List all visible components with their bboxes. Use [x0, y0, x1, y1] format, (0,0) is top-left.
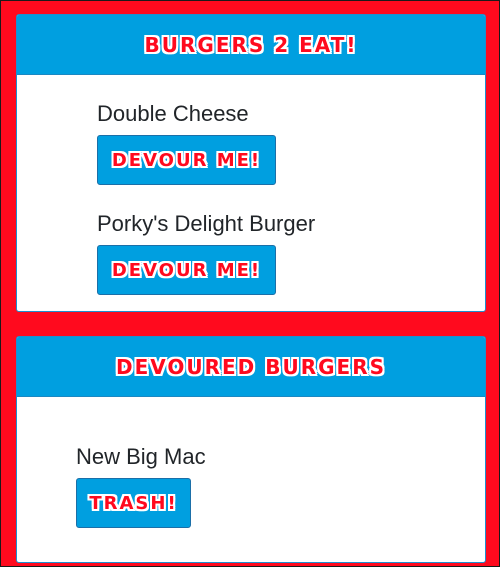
devoured-burgers-panel: DEVOURED BURGERS New Big Mac TRASH! — [16, 336, 486, 563]
burger-name: Porky's Delight Burger — [97, 211, 316, 236]
burgers-to-eat-header: BURGERS 2 EAT! — [17, 15, 485, 75]
list-item: Double Cheese — [97, 101, 249, 127]
devour-button-label: DEVOUR ME! — [111, 259, 262, 281]
devoured-burgers-title: DEVOURED BURGERS — [115, 354, 387, 379]
devoured-burgers-header: DEVOURED BURGERS — [17, 337, 485, 397]
trash-button[interactable]: TRASH! — [76, 478, 191, 528]
devour-button[interactable]: DEVOUR ME! — [97, 135, 276, 185]
list-item: New Big Mac — [76, 444, 206, 470]
burgers-to-eat-panel: BURGERS 2 EAT! Double Cheese DEVOUR ME! … — [16, 14, 486, 312]
devour-button-label: DEVOUR ME! — [111, 149, 262, 171]
burger-name: Double Cheese — [97, 101, 249, 126]
trash-button-label: TRASH! — [89, 492, 178, 514]
burger-name: New Big Mac — [76, 444, 206, 469]
burgers-to-eat-title: BURGERS 2 EAT! — [144, 32, 358, 57]
devour-button[interactable]: DEVOUR ME! — [97, 245, 276, 295]
list-item: Porky's Delight Burger — [97, 211, 315, 237]
